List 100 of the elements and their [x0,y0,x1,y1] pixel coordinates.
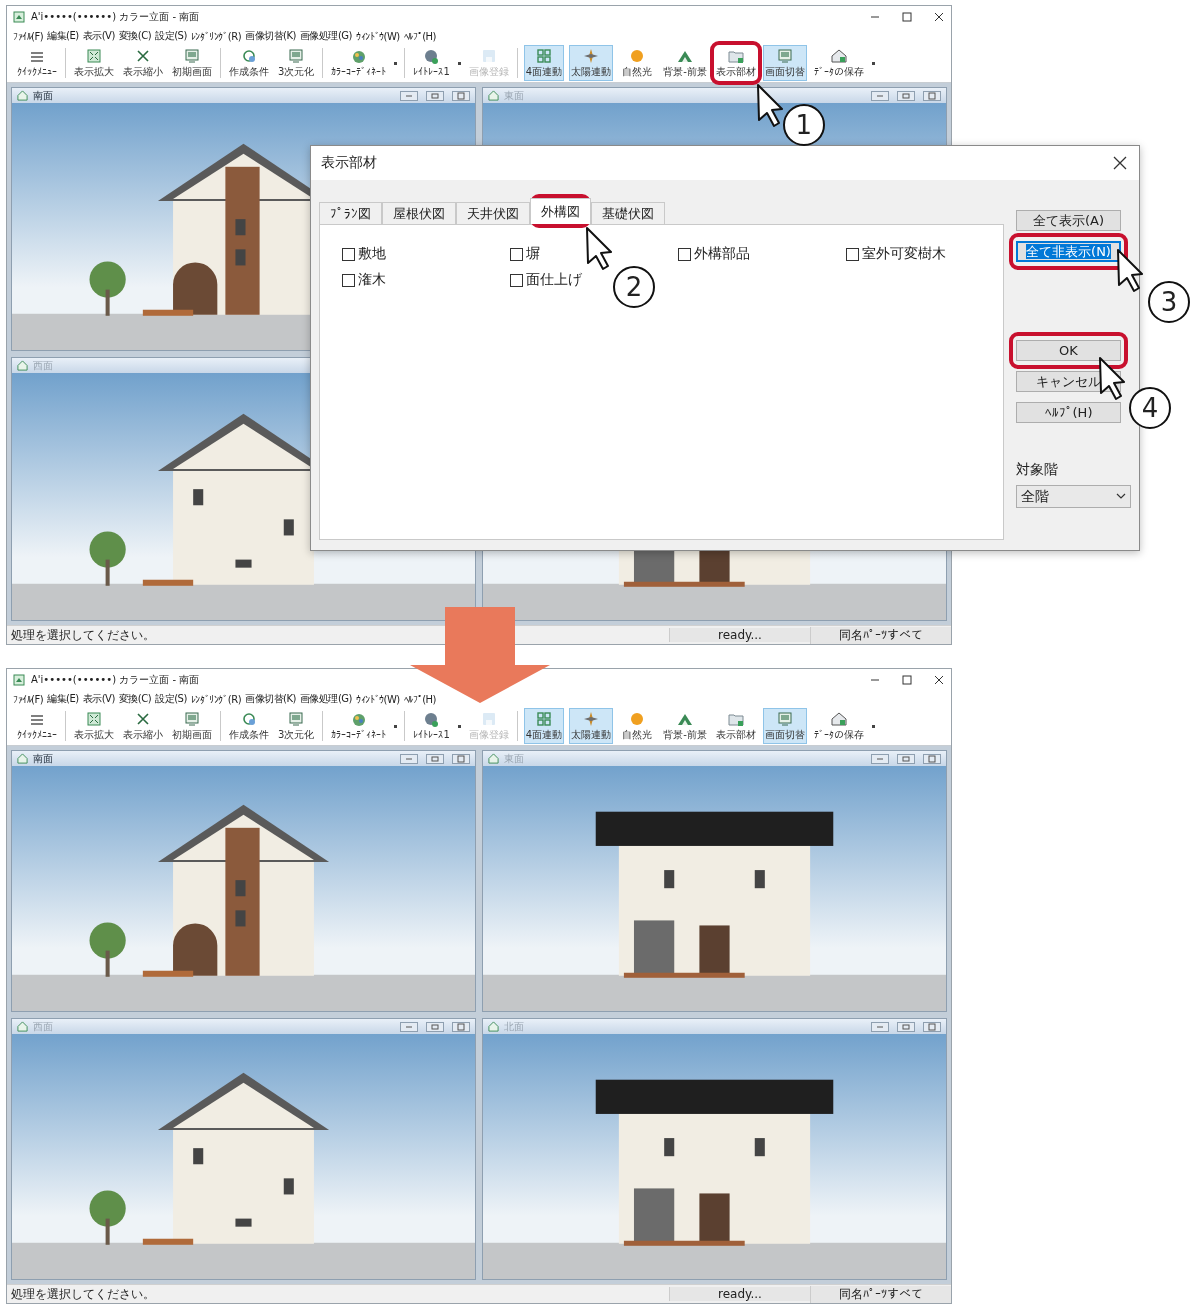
toolbar-button[interactable]: ｶﾗｰｺｰﾃﾞｨﾈｰﾄ [329,708,389,744]
toolbar-button[interactable]: 表示縮小 [121,45,165,81]
toolbar-button[interactable]: 画面切替 [762,45,807,81]
restore-icon[interactable] [897,1021,915,1032]
restore-icon[interactable] [426,1021,444,1032]
tab[interactable]: 基礎伏図 [591,202,665,224]
menu-item[interactable]: ﾌｧｲﾙ(F) [13,30,44,42]
dialog-button[interactable]: ﾍﾙﾌﾟ(H) [1016,402,1121,423]
minimize-icon[interactable] [871,90,889,101]
toolbar-button[interactable]: ｸｲｯｸﾒﾆｭｰ [15,708,59,744]
toolbar-button[interactable]: ｶﾗｰｺｰﾃﾞｨﾈｰﾄ [329,45,389,81]
checkbox[interactable] [342,247,355,261]
tab[interactable]: 屋根伏図 [382,202,456,224]
toolbar-button[interactable]: 太陽連動 [569,708,614,744]
toolbar-button[interactable]: ﾚｲﾄﾚｰｽ1 [411,45,452,81]
minimize-icon[interactable] [871,753,889,764]
toolbar-button[interactable]: 初期画面 [170,708,214,744]
checkbox[interactable] [846,247,859,261]
checkbox[interactable] [510,247,523,261]
maximize-icon[interactable] [452,1021,470,1032]
tab[interactable]: 天井伏図 [456,202,530,224]
toolbar-button[interactable]: ﾚｲﾄﾚｰｽ1 [411,708,452,744]
checkbox[interactable] [678,247,691,261]
restore-icon[interactable] [426,90,444,101]
menu-item[interactable]: ｳｨﾝﾄﾞｳ(W) [356,693,400,705]
maximize-icon[interactable] [923,1021,941,1032]
pane-title: 南面 [33,751,53,766]
house-icon [830,47,847,64]
minimize-icon[interactable] [400,753,418,764]
minimize-icon[interactable] [871,1021,889,1032]
toolbar-button[interactable]: 太陽連動 [569,45,614,81]
toolbar-button[interactable]: 表示部材 [713,45,758,81]
toolbar-button[interactable]: 作成条件 [227,45,271,81]
sun-icon [629,47,646,64]
toolbar-button[interactable]: 自然光 [618,45,657,81]
checkbox-label[interactable]: 室外可変樹木 [862,245,946,263]
app-icon [13,11,25,23]
toolbar-button[interactable]: ﾃﾞｰﾀの保存 [811,708,866,744]
menu-item[interactable]: 設定(S) [155,692,187,706]
menu-item[interactable]: 画像切替(K) [245,692,296,706]
toolbar-button[interactable]: 3次元化 [276,45,317,81]
toolbar-button[interactable]: 自然光 [618,708,657,744]
toolbar-button[interactable]: 4面連動 [523,708,565,744]
restore-icon[interactable] [897,90,915,101]
restore-icon[interactable] [897,753,915,764]
toolbar-button[interactable]: ｸｲｯｸﾒﾆｭｰ [15,45,59,81]
toolbar-button[interactable]: 画面切替 [762,708,807,744]
menu-item[interactable]: 画像処理(G) [299,692,352,706]
menu-item[interactable]: 変換(C) [118,692,152,706]
maximize-icon[interactable] [452,90,470,101]
close-icon[interactable] [1113,156,1127,170]
monitor-icon [776,710,793,727]
maximize-icon[interactable] [923,90,941,101]
checkbox[interactable] [510,273,523,287]
menu-item[interactable]: ﾍﾙﾌﾟ(H) [403,30,437,42]
toolbar-button[interactable]: 4面連動 [523,45,565,81]
menu-item[interactable]: 表示(V) [82,692,115,706]
toolbar-button[interactable]: 背景-前景 [661,708,709,744]
floor-dropdown[interactable]: 全階 [1016,485,1131,508]
checkbox-label[interactable]: 塀 [526,245,540,263]
minimize-icon[interactable] [400,1021,418,1032]
checkbox-label[interactable]: 外構部品 [694,245,750,263]
restore-icon[interactable] [426,753,444,764]
dialog-button[interactable]: 全て表示(A) [1016,210,1121,231]
menu-item[interactable]: 編集(E) [47,29,79,43]
maximize-icon[interactable] [452,753,470,764]
checkbox-label[interactable]: 敷地 [358,245,386,263]
menu-item[interactable]: 設定(S) [155,29,187,43]
checkbox[interactable] [342,273,355,287]
dialog-button[interactable]: OK [1016,340,1121,361]
menu-item[interactable]: 編集(E) [47,692,79,706]
tab[interactable]: 外構図 [530,198,591,224]
minimize-icon[interactable] [400,90,418,101]
menu-item[interactable]: ｳｨﾝﾄﾞｳ(W) [356,30,400,42]
maximize-icon[interactable] [901,674,913,686]
toolbar-button[interactable]: 表示拡大 [72,708,116,744]
toolbar-button[interactable]: 作成条件 [227,708,271,744]
dialog-button[interactable]: 全て非表示(N) [1016,241,1121,262]
menu-item[interactable]: 表示(V) [82,29,115,43]
menu-item[interactable]: ﾚﾝﾀﾞﾘﾝｸﾞ(R) [190,30,242,42]
toolbar-button[interactable]: 3次元化 [276,708,317,744]
close-icon[interactable] [933,674,945,686]
checkbox-label[interactable]: 潅木 [358,271,386,289]
toolbar-button[interactable]: 表示縮小 [121,708,165,744]
close-icon[interactable] [933,11,945,23]
menu-item[interactable]: 画像切替(K) [245,29,296,43]
maximize-icon[interactable] [901,11,913,23]
menu-item[interactable]: ﾌｧｲﾙ(F) [13,693,44,705]
menu-item[interactable]: 画像処理(G) [299,29,352,43]
checkbox-label[interactable]: 面仕上げ [526,271,582,289]
menu-item[interactable]: 変換(C) [118,29,152,43]
toolbar-button[interactable]: 表示部材 [713,708,758,744]
toolbar-button[interactable]: 表示拡大 [72,45,116,81]
menu-item[interactable]: ﾍﾙﾌﾟ(H) [403,693,437,705]
toolbar-button[interactable]: 背景-前景 [661,45,709,81]
toolbar-button[interactable]: ﾃﾞｰﾀの保存 [811,45,866,81]
toolbar-button[interactable]: 初期画面 [170,45,214,81]
menu-item[interactable]: ﾚﾝﾀﾞﾘﾝｸﾞ(R) [190,693,242,705]
maximize-icon[interactable] [923,753,941,764]
tab[interactable]: ﾌﾟﾗﾝ図 [319,202,382,224]
